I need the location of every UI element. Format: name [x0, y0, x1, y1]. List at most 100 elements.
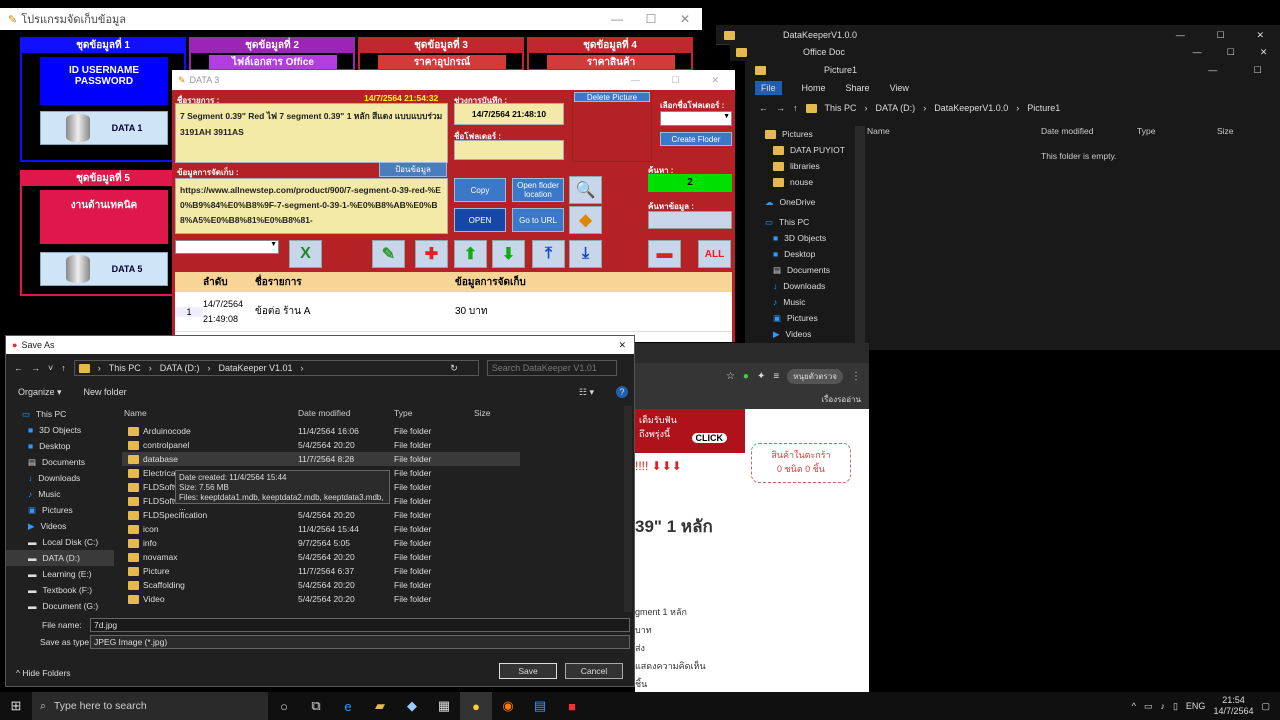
folder-select[interactable]: ▼ [660, 111, 732, 126]
table-row[interactable]: 1 14/7/2564 21:49:08 ข้อต่อ ร้าน A 30 บาท [175, 292, 732, 332]
file-list-scrollbar[interactable] [624, 406, 632, 612]
file-row[interactable]: icon 11/4/2564 15:44 File folder [122, 522, 622, 536]
sidebar-item[interactable]: ▬ Textbook (F:) [6, 582, 114, 598]
sidebar-item[interactable]: ♪ Music [6, 486, 114, 502]
sidebar-item[interactable]: ☁ OneDrive [765, 194, 855, 210]
product-price-button[interactable]: ราคาสินค้า [547, 55, 675, 69]
sidebar-item[interactable]: ▬ Document (G:) [6, 598, 114, 614]
calculator-icon[interactable]: ▦ [428, 692, 460, 720]
sidebar-item[interactable]: ■ Desktop [6, 438, 114, 454]
profile-button[interactable]: หนุยตัวตรวจ [787, 368, 843, 384]
close-icon[interactable]: ✕ [668, 8, 702, 30]
move-top-button[interactable]: ⤒ [532, 240, 565, 268]
clock[interactable]: 21:54 14/7/2564 [1213, 695, 1253, 717]
cart-widget[interactable]: สินค้าในตะกร้า 0 ชนิด 0 ชิ้น [751, 443, 851, 483]
col-name[interactable]: Name [867, 126, 1041, 136]
delete-button[interactable]: ▬ [648, 240, 681, 268]
col-type[interactable]: Type [1137, 126, 1217, 136]
sidebar-item[interactable]: ▣ Pictures [6, 502, 114, 518]
file-row[interactable]: controlpanel 5/4/2564 20:20 File folder [122, 438, 622, 452]
data1-button[interactable]: DATA 1 [40, 111, 168, 145]
tab-share[interactable]: Share [846, 83, 870, 93]
extension-icon[interactable]: ● [743, 371, 749, 382]
datakeeper-taskbar-icon[interactable]: ▤ [524, 692, 556, 720]
path-picture1[interactable]: Picture1 [1027, 103, 1060, 113]
move-bottom-button[interactable]: ⤓ [569, 240, 602, 268]
sidebar-item[interactable]: ▶ Videos [765, 326, 855, 342]
refresh-icon[interactable]: ↻ [450, 363, 458, 374]
sidebar-item[interactable]: ■ Desktop [765, 246, 855, 262]
path-datad[interactable]: DATA (D:) [876, 103, 916, 113]
organize-button[interactable]: Organize ▾ [18, 387, 62, 398]
red-app-icon[interactable]: ■ [556, 692, 588, 720]
go-to-url-button[interactable]: Go to URL [512, 208, 564, 232]
technical-work-button[interactable]: งานด้านเทคนิค [40, 190, 168, 244]
sidebar-item[interactable]: libraries [765, 158, 855, 174]
fill-data-button[interactable]: ป้อนข้อมูล [379, 162, 447, 177]
item-name-textarea[interactable]: 7 Segment 0.39" Red ไฟ 7 segment 0.39" 1… [175, 103, 448, 163]
product-comments[interactable]: แสดงความคิดเห็น [635, 659, 706, 673]
filter-select[interactable]: ▼ [175, 240, 279, 254]
sidebar-item[interactable]: ▣ Pictures [765, 310, 855, 326]
maximize-icon[interactable]: ☐ [1217, 30, 1225, 41]
puzzle-icon[interactable]: ✦ [757, 371, 765, 382]
file-row[interactable]: novamax 5/4/2564 20:20 File folder [122, 550, 622, 564]
maximize-icon[interactable]: ☐ [672, 75, 680, 86]
search-image-button[interactable]: 🔍 [569, 176, 602, 204]
sidebar-item[interactable]: Pictures [765, 126, 855, 142]
chevron-down-icon[interactable]: ˅ [48, 363, 53, 373]
cortana-icon[interactable]: ○ [268, 692, 300, 720]
sidebar-item[interactable]: nouse [765, 174, 855, 190]
col-size[interactable]: Size [474, 408, 491, 418]
sidebar-item[interactable]: ▭ This PC [6, 406, 114, 422]
maximize-icon[interactable]: ☐ [1227, 47, 1235, 58]
sidebar-item[interactable]: ♪ Music [765, 294, 855, 310]
path-thispc[interactable]: This PC [109, 363, 141, 373]
add-button[interactable]: ✚ [415, 240, 448, 268]
move-down-button[interactable]: ⬇ [492, 240, 525, 268]
delete-picture-button[interactable]: Delete Picture [574, 92, 650, 102]
close-icon[interactable]: ✕ [712, 75, 720, 86]
tab-file[interactable]: File [755, 81, 782, 95]
sidebar-scrollbar[interactable] [855, 126, 865, 350]
file-row[interactable]: Scaffolding 5/4/2564 20:20 File folder [122, 578, 622, 592]
saveas-search-input[interactable]: Search DataKeeper V1.01 [486, 360, 617, 376]
start-button[interactable]: ⊞ [0, 692, 32, 720]
maximize-icon[interactable]: ☐ [634, 8, 668, 30]
delete-all-button[interactable]: ALL [698, 240, 731, 268]
language-indicator[interactable]: ENG [1186, 701, 1206, 711]
folder-name-field[interactable] [454, 140, 564, 160]
id-username-password-button[interactable]: ID USERNAME PASSWORD [40, 57, 168, 105]
file-row[interactable]: info 9/7/2564 5:05 File folder [122, 536, 622, 550]
minimize-icon[interactable]: — [1193, 47, 1202, 58]
file-row[interactable]: Video 5/4/2564 20:20 File folder [122, 592, 622, 606]
up-icon[interactable]: ↑ [61, 363, 66, 373]
search-data-input[interactable] [648, 211, 732, 229]
path-thispc[interactable]: This PC [825, 103, 857, 113]
sidebar-item[interactable]: ▬ Local Disk (C:) [6, 534, 114, 550]
network-icon[interactable]: ▭ [1144, 701, 1153, 712]
path-datakeeper[interactable]: DataKeeper V1.01 [218, 363, 292, 373]
edge-icon[interactable]: e [332, 692, 364, 720]
col-name[interactable]: Name [124, 408, 147, 418]
playlist-icon[interactable]: ≡ [773, 371, 779, 382]
help-icon[interactable]: ? [616, 386, 628, 398]
move-up-button[interactable]: ⬆ [454, 240, 487, 268]
edit-button[interactable]: ✎ [372, 240, 405, 268]
sidebar-item[interactable]: ↓ Downloads [765, 278, 855, 294]
address-bar[interactable]: ← → ↑ This PC › DATA (D:) › DataKeeperV1.0.0 › P… [745, 96, 1280, 120]
open-folder-location-button[interactable]: Open floder location [512, 178, 564, 202]
reading-list[interactable]: เรื่องรออ่าน [821, 393, 861, 406]
minimize-icon[interactable]: — [631, 75, 640, 86]
close-icon[interactable]: ✕ [618, 340, 626, 351]
excel-button[interactable]: X [289, 240, 322, 268]
export-button[interactable]: ◆ [569, 206, 602, 234]
sidebar-item[interactable]: ▬ Learning (E:) [6, 566, 114, 582]
file-row[interactable]: Arduinocode 11/4/2564 16:06 File folder [122, 424, 622, 438]
save-button[interactable]: Save [499, 663, 557, 679]
back-icon[interactable]: ← [759, 103, 768, 113]
col-type[interactable]: Type [394, 408, 412, 418]
app-icon[interactable]: ◆ [396, 692, 428, 720]
tab-view[interactable]: View [890, 83, 909, 93]
chevron-up-icon[interactable]: ^ [1132, 701, 1136, 711]
